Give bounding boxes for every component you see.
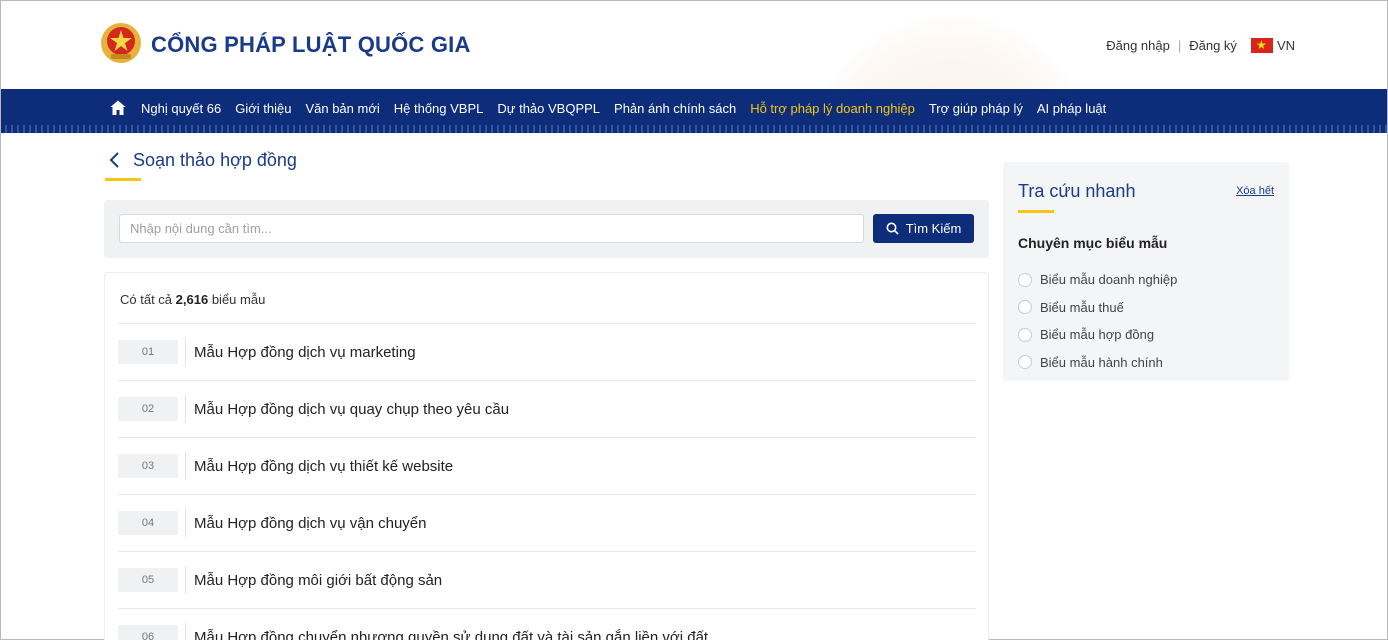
chevron-left-icon[interactable] [105,149,125,171]
language-selector[interactable]: VN [1277,38,1295,53]
nav-item-gioi-thieu[interactable]: Giới thiệu [235,101,291,116]
login-link[interactable]: Đăng nhập [1106,38,1170,53]
item-divider [185,395,186,423]
category-option-hop-dong[interactable]: Biểu mẫu hợp đồng [1018,321,1177,349]
quick-search-sidebar: Tra cứu nhanh Xóa hết Chuyên mục biểu mẫ… [1003,162,1289,381]
nav-item-nghi-quyet-66[interactable]: Nghị quyết 66 [141,101,221,116]
item-divider [185,509,186,537]
nav-decorative-border [1,125,1387,133]
radio-button[interactable] [1018,327,1032,342]
clear-all-link[interactable]: Xóa hết [1236,185,1274,197]
item-number: 03 [118,454,178,478]
national-emblem-icon[interactable] [99,21,143,65]
item-title[interactable]: Mẫu Hợp đồng môi giới bất động sản [194,572,442,589]
item-title[interactable]: Mẫu Hợp đồng dịch vụ marketing [194,344,416,361]
category-options: Biểu mẫu doanh nghiệp Biểu mẫu thuế Biểu… [1018,266,1177,376]
list-item[interactable]: 04 Mẫu Hợp đồng dịch vụ vận chuyển [118,494,976,551]
count-prefix: Có tất cả [120,292,173,307]
search-bar: Tìm Kiếm [104,200,989,258]
radio-button[interactable] [1018,300,1032,315]
auth-links: Đăng nhập | Đăng ký ★ VN [1106,38,1295,53]
nav-item-he-thong-vbpl[interactable]: Hệ thống VBPL [394,101,484,116]
site-title[interactable]: CỔNG PHÁP LUẬT QUỐC GIA [151,32,471,58]
item-number: 04 [118,511,178,535]
item-number: 06 [118,625,178,640]
item-divider [185,452,186,480]
register-link[interactable]: Đăng ký [1189,38,1237,53]
category-option-label: Biểu mẫu doanh nghiệp [1040,272,1178,288]
item-number: 02 [118,397,178,421]
category-option-label: Biểu mẫu thuế [1040,299,1124,315]
search-button[interactable]: Tìm Kiếm [873,214,974,243]
list-item[interactable]: 02 Mẫu Hợp đồng dịch vụ quay chụp theo y… [118,380,976,437]
item-number: 05 [118,568,178,592]
count-value: 2,616 [175,292,209,307]
item-number: 01 [118,340,178,364]
title-underline [105,178,141,181]
page-header: Soạn thảo hợp đồng [105,149,297,171]
category-option-label: Biểu mẫu hành chính [1040,354,1163,370]
item-divider [185,623,186,640]
search-input[interactable] [119,214,864,243]
search-button-label: Tìm Kiếm [905,221,962,236]
item-divider [185,338,186,366]
list-item[interactable]: 05 Mẫu Hợp đồng môi giới bất động sản [118,551,976,608]
nav-item-ho-tro-phap-ly-doanh-nghiep[interactable]: Hỗ trợ pháp lý doanh nghiệp [750,101,915,116]
item-divider [185,566,186,594]
category-option-thue[interactable]: Biểu mẫu thuế [1018,294,1177,322]
nav-item-du-thao-vbqppl[interactable]: Dự thảo VBQPPL [497,101,600,116]
search-icon [886,222,899,235]
category-section-title: Chuyên mục biểu mẫu [1018,235,1168,251]
nav-items: Nghị quyết 66 Giới thiệu Văn bản mới Hệ … [109,89,1120,127]
main-nav: Nghị quyết 66 Giới thiệu Văn bản mới Hệ … [1,89,1387,133]
category-option-label: Biểu mẫu hợp đồng [1040,327,1155,343]
list-item[interactable]: 06 Mẫu Hợp đồng chuyển nhượng quyền sử d… [118,608,976,640]
nav-item-phan-anh-chinh-sach[interactable]: Phản ánh chính sách [614,101,736,116]
item-title[interactable]: Mẫu Hợp đồng chuyển nhượng quyền sử dụng… [194,629,708,640]
results-count: Có tất cả 2,616 biểu mẫu [120,292,265,307]
nav-item-ai-phap-luat[interactable]: AI pháp luật [1037,101,1106,116]
results-list: 01 Mẫu Hợp đồng dịch vụ marketing 02 Mẫu… [118,323,976,640]
site-header: CỔNG PHÁP LUẬT QUỐC GIA Đăng nhập | Đăng… [1,1,1387,89]
sidebar-title: Tra cứu nhanh [1018,181,1136,201]
list-item[interactable]: 01 Mẫu Hợp đồng dịch vụ marketing [118,323,976,380]
vietnam-flag-icon[interactable]: ★ [1250,38,1273,53]
item-title[interactable]: Mẫu Hợp đồng dịch vụ vận chuyển [194,515,426,532]
category-option-doanh-nghiep[interactable]: Biểu mẫu doanh nghiệp [1018,266,1177,294]
sidebar-title-underline [1018,210,1054,213]
count-suffix: biểu mẫu [211,292,266,307]
results-panel: Có tất cả 2,616 biểu mẫu 01 Mẫu Hợp đồng… [104,272,989,640]
page-title: Soạn thảo hợp đồng [133,149,297,170]
nav-item-tro-giup-phap-ly[interactable]: Trợ giúp pháp lý [929,101,1023,116]
list-item[interactable]: 03 Mẫu Hợp đồng dịch vụ thiết kế website [118,437,976,494]
item-title[interactable]: Mẫu Hợp đồng dịch vụ thiết kế website [194,458,453,475]
radio-button[interactable] [1018,272,1032,287]
item-title[interactable]: Mẫu Hợp đồng dịch vụ quay chụp theo yêu … [194,401,509,418]
auth-separator: | [1177,38,1182,53]
category-option-hanh-chinh[interactable]: Biểu mẫu hành chính [1018,349,1177,377]
nav-item-van-ban-moi[interactable]: Văn bản mới [305,101,379,116]
home-icon[interactable] [109,99,127,117]
header-watermark [801,11,1101,89]
radio-button[interactable] [1018,355,1032,370]
